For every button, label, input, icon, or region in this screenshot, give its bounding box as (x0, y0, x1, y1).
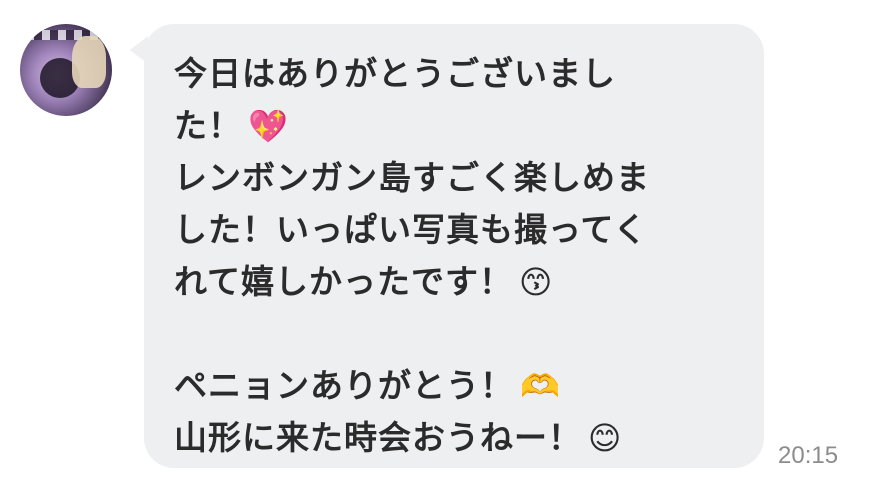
avatar-figure-light (72, 36, 106, 88)
message-line-text: 山形に来た時会おうねー！ (174, 418, 582, 457)
message-line-text: た！ (174, 106, 242, 145)
avatar[interactable] (20, 24, 112, 116)
message-timestamp: 20:15 (778, 442, 839, 469)
message-line-text: した！いっぱい写真も撮ってく (174, 210, 648, 249)
message-line: ペニョンありがとう！ 🫶 (174, 360, 734, 412)
message-line: 今日はありがとうございまし (174, 48, 734, 100)
message-line-text: 今日はありがとうございまし (174, 54, 616, 93)
chat-message-row: 今日はありがとうございまし た！ 💖 レンボンガン島すごく楽しめま した！いっぱい… (0, 0, 870, 486)
heart-hands-icon: 🫶 (520, 367, 561, 405)
message-line-text: ペニョンありがとう！ (174, 366, 514, 405)
message-line: レンボンガン島すごく楽しめま (174, 152, 734, 204)
message-line-text: れて嬉しかったです！ (174, 262, 514, 301)
message-line: た！ 💖 (174, 100, 734, 152)
sparkling-heart-icon: 💖 (248, 107, 289, 145)
message-line: した！いっぱい写真も撮ってく (174, 204, 734, 256)
message-line: れて嬉しかったです！ 😙 (174, 256, 734, 308)
message-line: 山形に来た時会おうねー！ 😊 (174, 412, 734, 464)
smiling-face-icon: 😊 (588, 419, 623, 457)
message-line-text: レンボンガン島すごく楽しめま (174, 158, 650, 197)
kissing-face-icon: 😙 (519, 263, 554, 301)
message-text: 今日はありがとうございまし た！ 💖 レンボンガン島すごく楽しめま した！いっぱい… (174, 48, 734, 464)
